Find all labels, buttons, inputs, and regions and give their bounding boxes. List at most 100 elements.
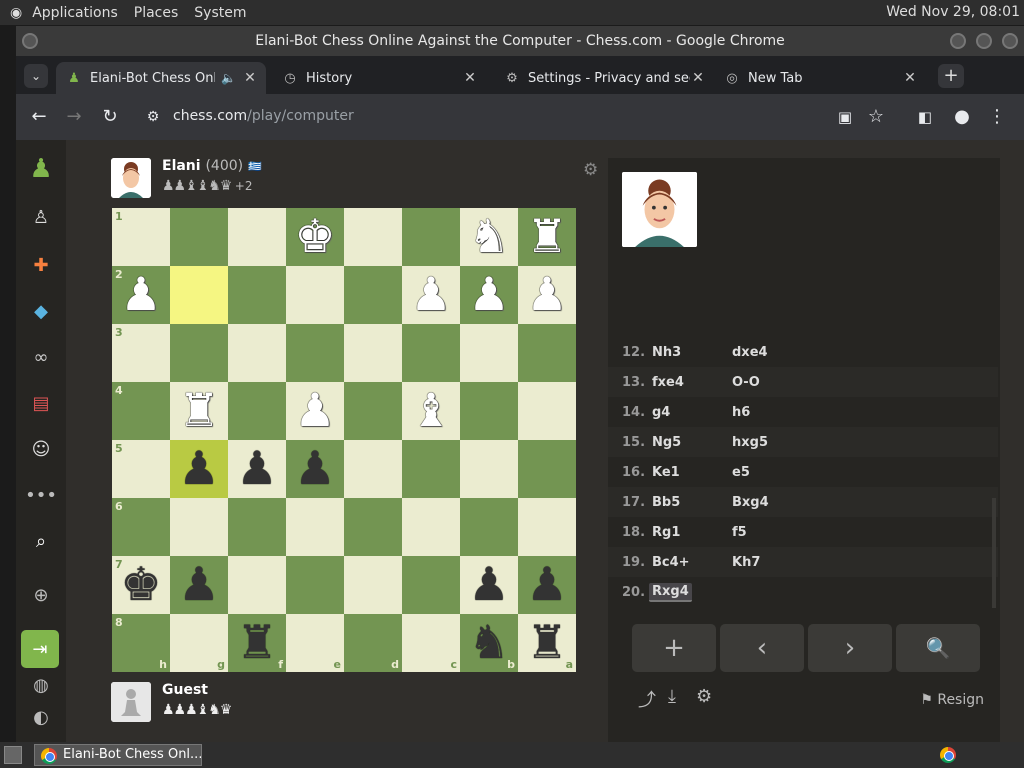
white-move[interactable]: Ng5: [652, 435, 681, 450]
square-d8[interactable]: d: [344, 614, 402, 672]
square-g5[interactable]: ♟: [170, 440, 228, 498]
close-tab-icon[interactable]: ✕: [242, 70, 258, 86]
language-icon[interactable]: ◍: [26, 670, 56, 700]
next-move-button[interactable]: ›: [808, 624, 892, 672]
square-d3[interactable]: [344, 324, 402, 382]
white-move[interactable]: Nh3: [652, 345, 681, 360]
window-titlebar[interactable]: Elani-Bot Chess Online Against the Compu…: [16, 26, 1024, 56]
black-move[interactable]: dxe4: [732, 345, 768, 360]
back-button[interactable]: ←: [28, 106, 50, 128]
white-move[interactable]: g4: [652, 405, 670, 420]
distro-logo-icon[interactable]: ◉: [8, 5, 24, 21]
chess-board[interactable]: 1 ♚ ♞ ♜ 2 ♟ ♟ ♟ ♟ 3 4 ♜ ♟ ♝ 5 ♟ ♟ ♟ 6 7 ♚ ♟ ♟ ♟ 8 h g f ♜ e d c b ♞ a ♜: [112, 208, 576, 672]
white-pawn-icon[interactable]: ♟: [112, 266, 170, 324]
black-rook-icon[interactable]: ♜: [228, 614, 286, 672]
close-window-button[interactable]: [1002, 33, 1018, 49]
square-c5[interactable]: [402, 440, 460, 498]
square-b3[interactable]: [460, 324, 518, 382]
minimize-button[interactable]: [950, 33, 966, 49]
white-pawn-icon[interactable]: ♟: [286, 382, 344, 440]
square-h2[interactable]: 2 ♟: [112, 266, 170, 324]
square-d2[interactable]: [344, 266, 402, 324]
square-g4[interactable]: ♜: [170, 382, 228, 440]
square-a7[interactable]: ♟: [518, 556, 576, 614]
news-icon[interactable]: ▤: [26, 388, 56, 418]
square-a1[interactable]: ♜: [518, 208, 576, 266]
log-in-icon[interactable]: ⇥: [21, 630, 59, 668]
square-h6[interactable]: 6: [112, 498, 170, 556]
download-icon[interactable]: ⤓: [668, 686, 676, 707]
puzzles-icon[interactable]: ✚: [26, 250, 56, 280]
square-h7[interactable]: 7 ♚: [112, 556, 170, 614]
sign-up-icon[interactable]: ⊕: [26, 580, 56, 610]
search-icon[interactable]: ⌕: [26, 526, 56, 556]
opponent-avatar[interactable]: [111, 158, 151, 198]
square-e4[interactable]: ♟: [286, 382, 344, 440]
square-b4[interactable]: [460, 382, 518, 440]
square-a4[interactable]: [518, 382, 576, 440]
player-name[interactable]: Guest: [162, 682, 208, 698]
square-a5[interactable]: [518, 440, 576, 498]
white-rook-icon[interactable]: ♜: [170, 382, 228, 440]
white-move[interactable]: Bb5: [652, 495, 680, 510]
black-pawn-icon[interactable]: ♟: [170, 440, 228, 498]
black-move[interactable]: h6: [732, 405, 750, 420]
black-rook-icon[interactable]: ♜: [518, 614, 576, 672]
square-a6[interactable]: [518, 498, 576, 556]
tab-new-tab[interactable]: ◎ New Tab ✕: [714, 62, 926, 94]
install-app-icon[interactable]: ▣: [834, 106, 856, 128]
forward-button[interactable]: →: [63, 106, 85, 128]
menu-applications[interactable]: Applications: [24, 5, 126, 21]
white-move[interactable]: Rxg4: [649, 583, 692, 602]
chrome-tray-icon[interactable]: [940, 747, 956, 763]
taskbar-chrome-window[interactable]: Elani-Bot Chess Onl...: [34, 744, 202, 766]
window-menu-icon[interactable]: [22, 33, 38, 49]
square-h5[interactable]: 5: [112, 440, 170, 498]
white-pawn-icon[interactable]: ♟: [402, 266, 460, 324]
close-tab-icon[interactable]: ✕: [462, 70, 478, 86]
move-list-scrollbar[interactable]: [992, 498, 996, 608]
square-a2[interactable]: ♟: [518, 266, 576, 324]
tab-history[interactable]: ◷ History ✕: [272, 62, 486, 94]
square-g8[interactable]: g: [170, 614, 228, 672]
reload-button[interactable]: ↻: [99, 106, 121, 128]
learn-icon[interactable]: ◆: [26, 296, 56, 326]
black-pawn-icon[interactable]: ♟: [228, 440, 286, 498]
black-move[interactable]: f5: [732, 525, 747, 540]
settings-gear-icon[interactable]: ⚙: [696, 686, 712, 707]
white-knight-icon[interactable]: ♞: [460, 208, 518, 266]
square-b5[interactable]: [460, 440, 518, 498]
menu-places[interactable]: Places: [126, 5, 187, 21]
square-e5[interactable]: ♟: [286, 440, 344, 498]
square-h4[interactable]: 4: [112, 382, 170, 440]
new-tab-button[interactable]: +: [938, 64, 964, 88]
previous-move-button[interactable]: ‹: [720, 624, 804, 672]
tab-settings[interactable]: ⚙ Settings - Privacy and security ✕: [494, 62, 714, 94]
black-pawn-icon[interactable]: ♟: [170, 556, 228, 614]
square-f5[interactable]: ♟: [228, 440, 286, 498]
profile-icon[interactable]: ●: [951, 106, 973, 128]
square-b2[interactable]: ♟: [460, 266, 518, 324]
black-move[interactable]: Kh7: [732, 555, 760, 570]
watch-icon[interactable]: ∞: [26, 342, 56, 372]
theme-icon[interactable]: ◐: [26, 702, 56, 732]
board-settings-gear-icon[interactable]: ⚙: [583, 160, 598, 180]
chrome-menu-icon[interactable]: ⋮: [986, 106, 1008, 128]
square-b7[interactable]: ♟: [460, 556, 518, 614]
square-c2[interactable]: ♟: [402, 266, 460, 324]
square-e2[interactable]: [286, 266, 344, 324]
square-f8[interactable]: f ♜: [228, 614, 286, 672]
square-c1[interactable]: [402, 208, 460, 266]
white-move[interactable]: Ke1: [652, 465, 680, 480]
player-avatar[interactable]: [111, 682, 151, 722]
square-d5[interactable]: [344, 440, 402, 498]
square-b8[interactable]: b ♞: [460, 614, 518, 672]
square-g7[interactable]: ♟: [170, 556, 228, 614]
square-d1[interactable]: [344, 208, 402, 266]
square-g2[interactable]: [170, 266, 228, 324]
white-move[interactable]: Bc4+: [652, 555, 690, 570]
square-f7[interactable]: [228, 556, 286, 614]
square-h8[interactable]: 8h: [112, 614, 170, 672]
square-f6[interactable]: [228, 498, 286, 556]
opponent-name[interactable]: Elani: [162, 158, 201, 174]
